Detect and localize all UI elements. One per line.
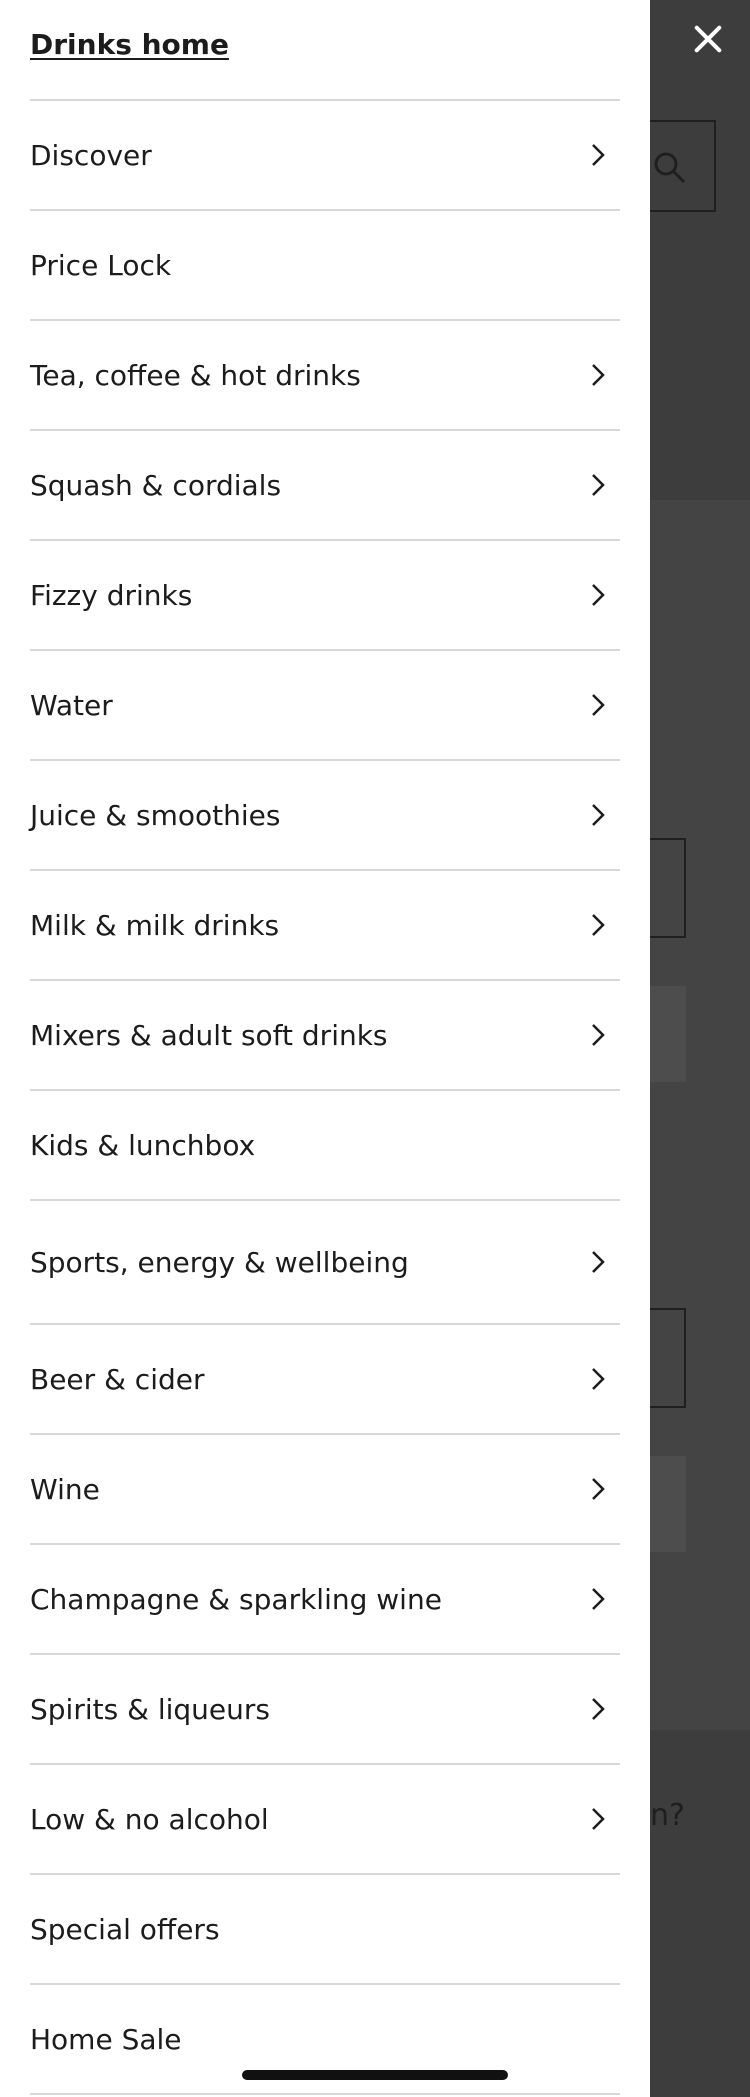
menu-item[interactable]: Price Lock [30,209,620,319]
menu-item[interactable]: Sports, energy & wellbeing [30,1199,620,1323]
chevron-right-icon [592,584,605,606]
menu-item[interactable]: Tea, coffee & hot drinks [30,319,620,429]
menu-item-label: Sports, energy & wellbeing [30,1245,409,1279]
chevron-right-icon [592,474,605,496]
menu-item-label: Mixers & adult soft drinks [30,1018,388,1052]
category-menu: Discover Price Lock Tea, coffee & hot drin… [30,99,620,2095]
chevron-right-icon [592,1588,605,1610]
menu-item[interactable]: Discover [30,99,620,209]
drinks-home-link[interactable]: Drinks home [30,28,229,61]
home-indicator [242,2070,508,2080]
menu-item-label: Water [30,688,113,722]
chevron-right-icon [592,144,605,166]
menu-item[interactable]: Squash & cordials [30,429,620,539]
navigation-drawer: Drinks home Discover Price Lock Tea, coffe… [0,0,650,2097]
chevron-right-icon [592,1478,605,1500]
menu-item-label: Champagne & sparkling wine [30,1582,442,1616]
background-grey-box [646,986,686,1082]
chevron-right-icon [592,1698,605,1720]
background-outline-box [646,838,686,938]
menu-item[interactable]: Special offers [30,1873,620,1983]
menu-item-label: Special offers [30,1912,220,1946]
menu-item-label: Low & no alcohol [30,1802,269,1836]
chevron-right-icon [592,1251,605,1273]
chevron-right-icon [592,914,605,936]
search-icon [654,152,686,184]
menu-item[interactable]: Fizzy drinks [30,539,620,649]
background-grey-box [646,1456,686,1552]
menu-item-label: Home Sale [30,2022,182,2056]
chevron-right-icon [592,694,605,716]
menu-item-label: Juice & smoothies [30,798,281,832]
menu-item-label: Milk & milk drinks [30,908,280,942]
menu-item[interactable]: Mixers & adult soft drinks [30,979,620,1089]
close-icon[interactable] [686,18,728,60]
background-partial-text: n? [650,1798,685,1833]
chevron-right-icon [592,1368,605,1390]
menu-item-label: Kids & lunchbox [30,1128,256,1162]
menu-item[interactable]: Kids & lunchbox [30,1089,620,1199]
menu-item[interactable]: Wine [30,1433,620,1543]
menu-item[interactable]: Juice & smoothies [30,759,620,869]
chevron-right-icon [592,804,605,826]
menu-item-label: Fizzy drinks [30,578,193,612]
menu-item-label: Tea, coffee & hot drinks [30,358,361,392]
menu-item-label: Wine [30,1472,100,1506]
menu-item[interactable]: Milk & milk drinks [30,869,620,979]
background-outline-box [646,1308,686,1408]
menu-item[interactable]: Beer & cider [30,1323,620,1433]
menu-item-label: Discover [30,138,152,172]
menu-item-label: Squash & cordials [30,468,282,502]
menu-item[interactable]: Champagne & sparkling wine [30,1543,620,1653]
chevron-right-icon [592,1024,605,1046]
menu-item-label: Price Lock [30,248,172,282]
menu-item[interactable]: Low & no alcohol [30,1763,620,1873]
menu-item-label: Spirits & liqueurs [30,1692,270,1726]
chevron-right-icon [592,364,605,386]
menu-item[interactable]: Water [30,649,620,759]
menu-item-label: Beer & cider [30,1362,205,1396]
chevron-right-icon [592,1808,605,1830]
menu-item[interactable]: Spirits & liqueurs [30,1653,620,1763]
